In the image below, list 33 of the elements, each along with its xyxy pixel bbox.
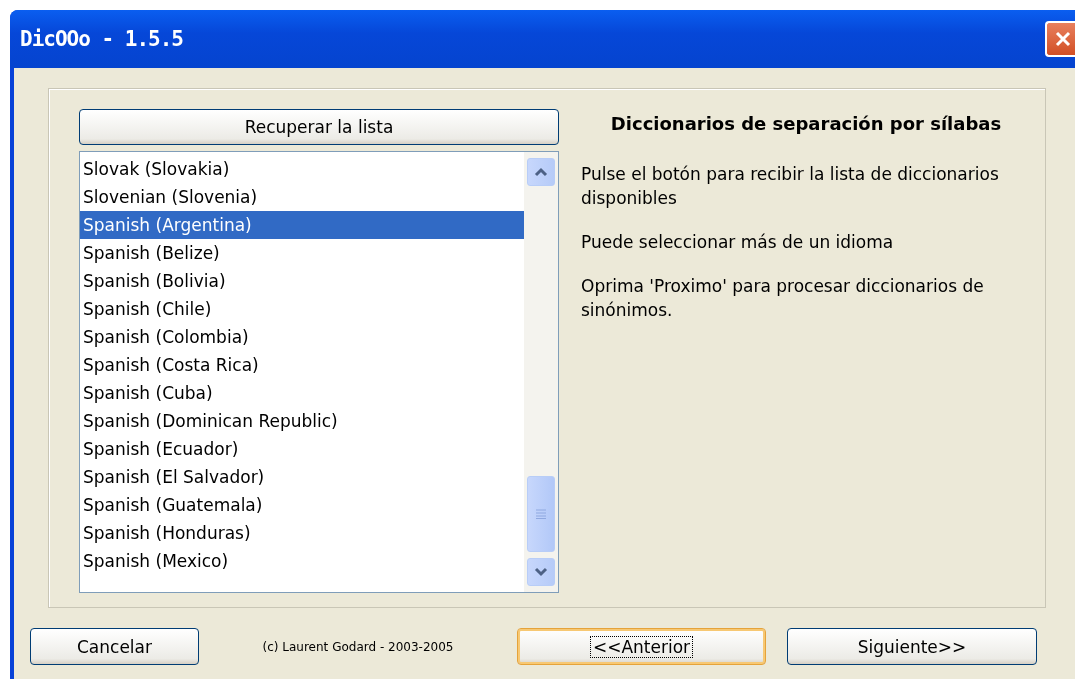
- next-button[interactable]: Siguiente>>: [787, 628, 1037, 665]
- list-item[interactable]: Spanish (Dominican Republic): [80, 407, 524, 435]
- chevron-down-icon: [534, 567, 548, 577]
- close-button[interactable]: [1045, 21, 1075, 57]
- list-item[interactable]: Spanish (Chile): [80, 295, 524, 323]
- back-button[interactable]: <<Anterior: [517, 628, 766, 665]
- list-item[interactable]: Spanish (Cuba): [80, 379, 524, 407]
- close-icon: [1054, 30, 1072, 48]
- list-item[interactable]: Spanish (Bolivia): [80, 267, 524, 295]
- list-item[interactable]: Spanish (El Salvador): [80, 463, 524, 491]
- info-text: Pulse el botón para recibir la lista de diccionarios disponibles: [581, 163, 1000, 210]
- list-item[interactable]: Spanish (Ecuador): [80, 435, 524, 463]
- list-item[interactable]: Spanish (Mexico): [80, 547, 524, 575]
- copyright-text: (c) Laurent Godard - 2003-2005: [261, 639, 455, 654]
- list-item[interactable]: Spanish (Guatemala): [80, 491, 524, 519]
- list-item[interactable]: Spanish (Honduras): [80, 519, 524, 547]
- scroll-down-button[interactable]: [527, 558, 555, 586]
- cancel-button[interactable]: Cancelar: [30, 628, 199, 665]
- scroll-thumb[interactable]: [527, 476, 555, 552]
- fetch-list-button[interactable]: Recuperar la lista: [79, 109, 559, 145]
- list-item[interactable]: Spanish (Colombia): [80, 323, 524, 351]
- list-item[interactable]: Spanish (Argentina): [80, 211, 524, 239]
- scroll-up-button[interactable]: [527, 158, 555, 186]
- chevron-up-icon: [534, 167, 548, 177]
- list-item[interactable]: Spanish (Belize): [80, 239, 524, 267]
- section-heading: Diccionarios de separación por sílabas: [609, 113, 1003, 134]
- list-item[interactable]: Spanish (Costa Rica): [80, 351, 524, 379]
- info-text: Puede seleccionar más de un idioma: [581, 231, 895, 254]
- scrollbar[interactable]: [524, 152, 558, 592]
- list-item[interactable]: Slovenian (Slovenia): [80, 183, 524, 211]
- window-title: DicOOo - 1.5.5: [20, 27, 183, 51]
- list-item[interactable]: Slovak (Slovakia): [80, 155, 524, 183]
- info-text: Oprima 'Proximo' para procesar diccionarios de sinónimos.: [581, 275, 985, 322]
